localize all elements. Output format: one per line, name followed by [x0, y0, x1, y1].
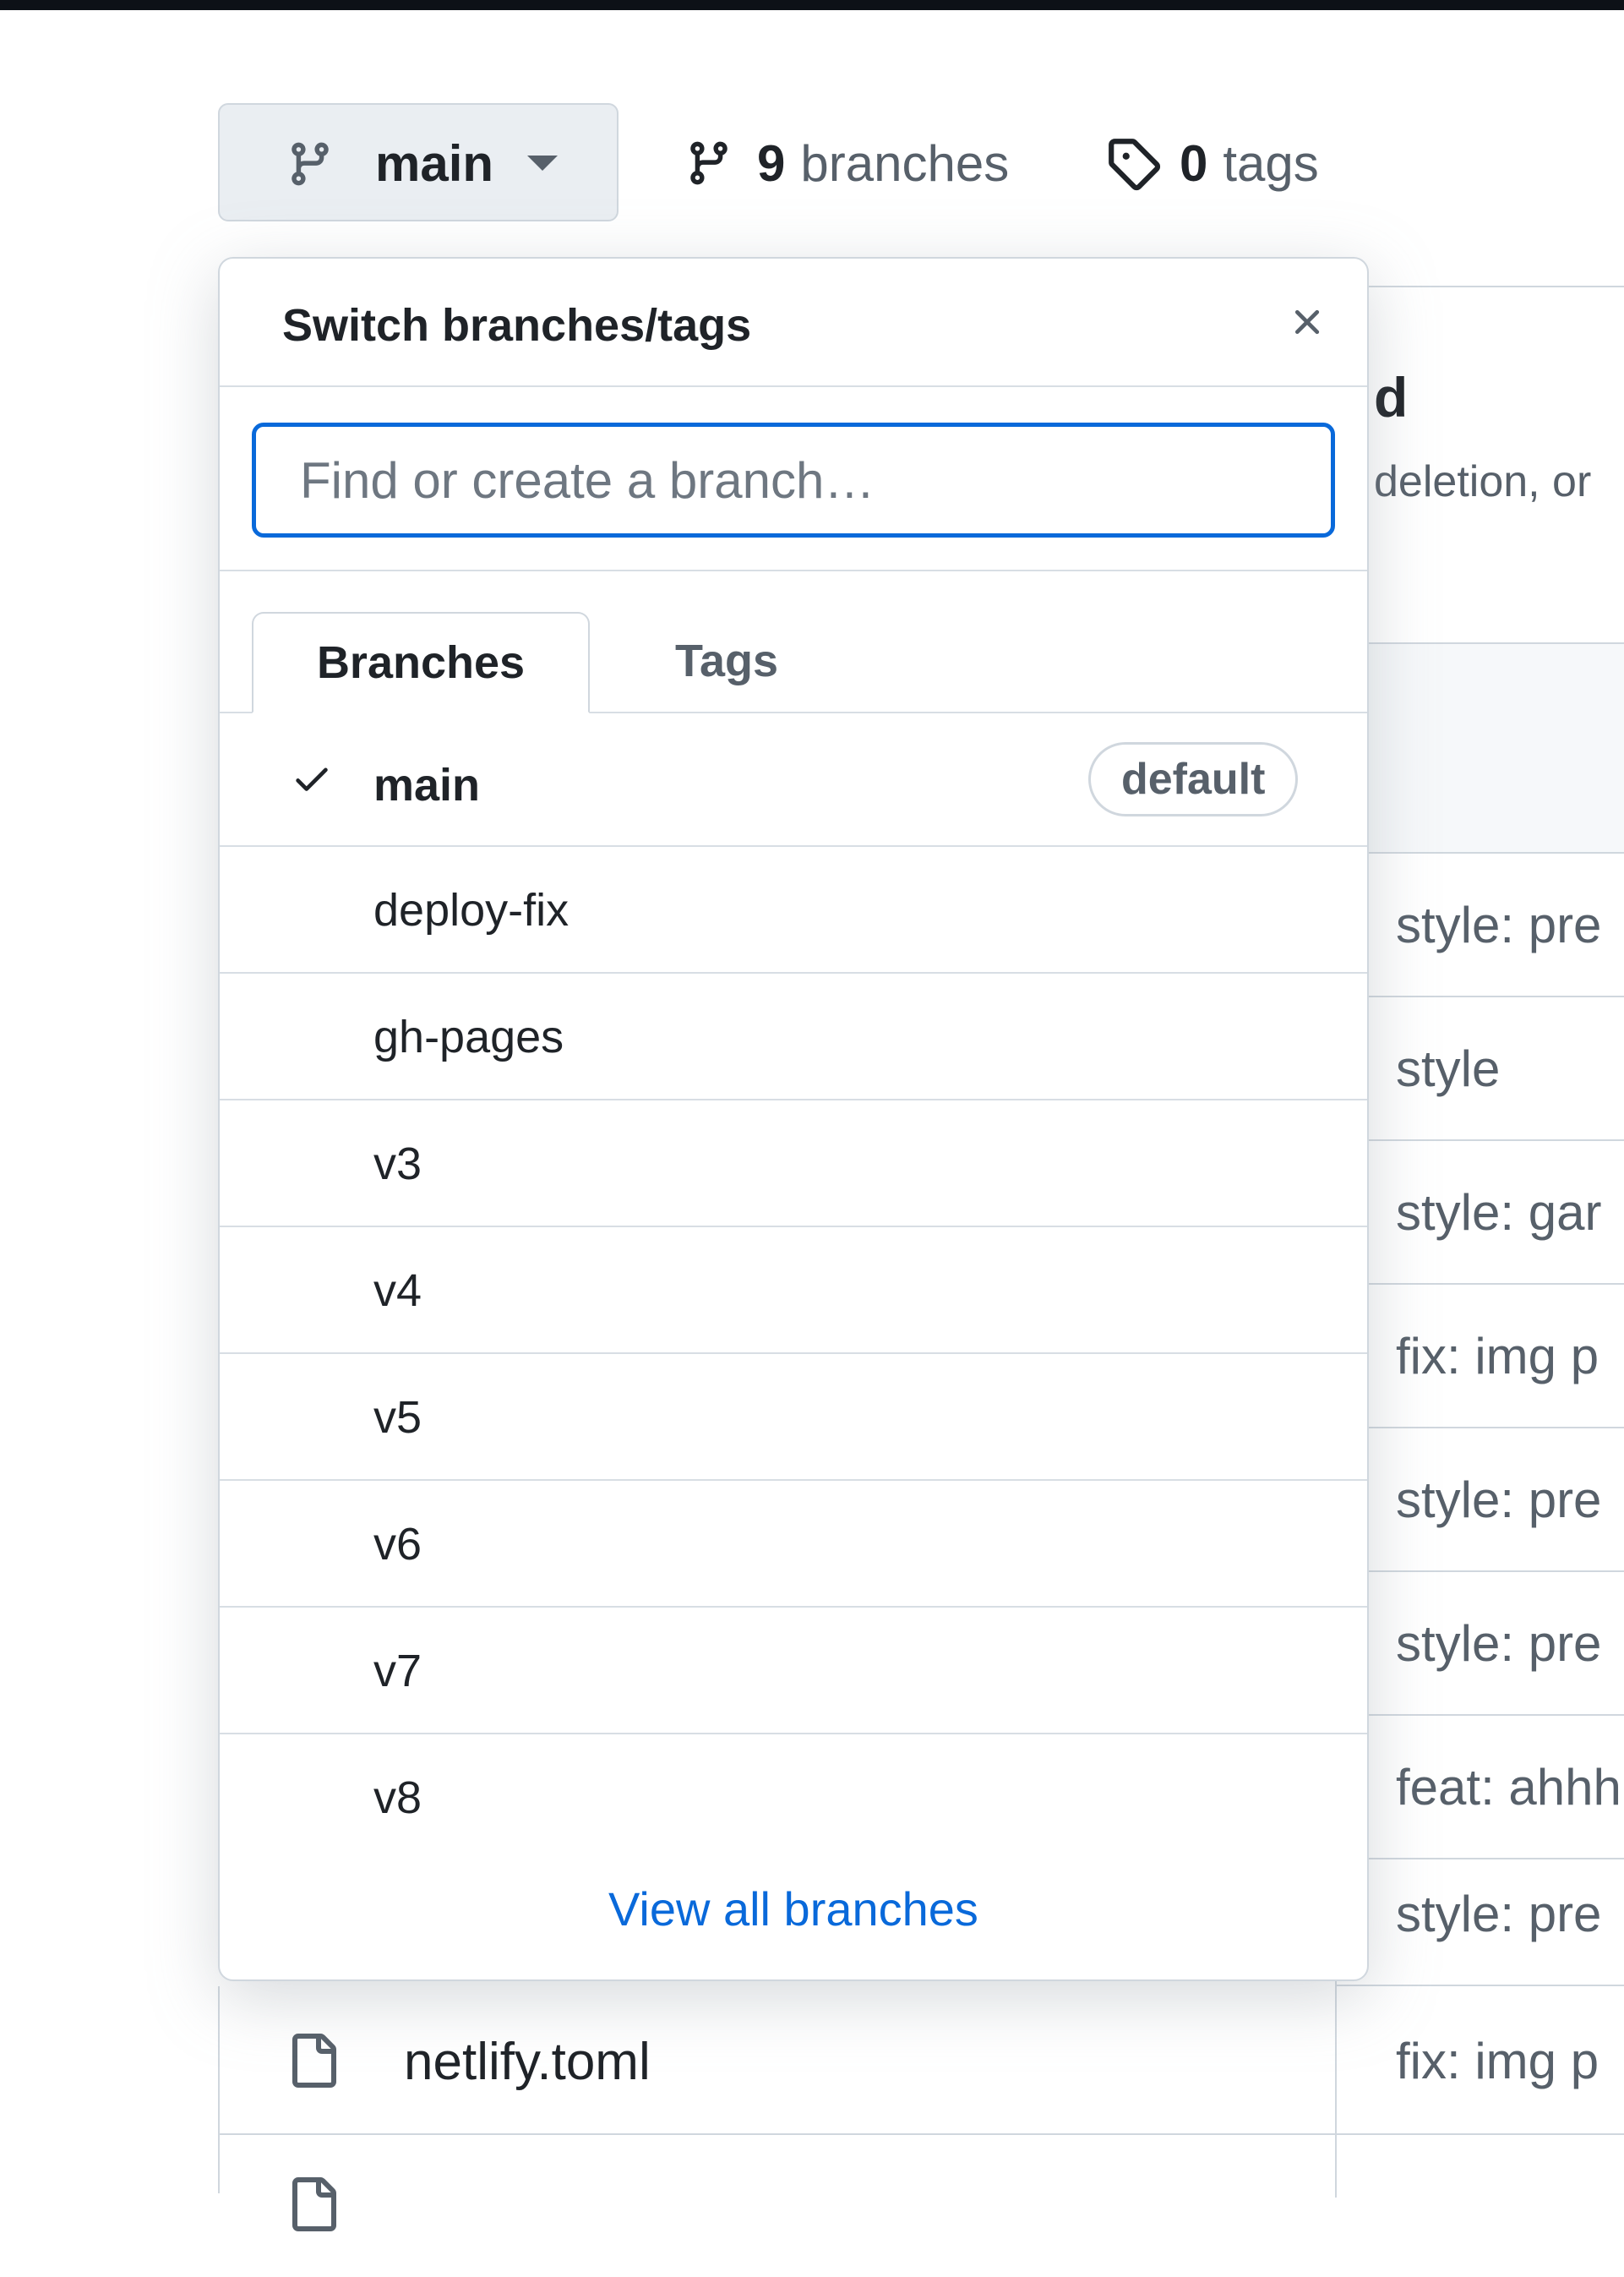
file-table-row[interactable]: feat: ahhh: [1337, 1716, 1624, 1859]
commit-message[interactable]: style: pre: [1396, 1471, 1601, 1529]
chevron-down-icon: [527, 156, 558, 171]
file-icon: [292, 2177, 336, 2231]
commit-message[interactable]: fix: img p: [1396, 2032, 1599, 2090]
branch-selector-button[interactable]: main: [218, 103, 619, 221]
branch-item-v3[interactable]: v3: [220, 1100, 1367, 1227]
branch-list: main default deploy-fix gh-pages v3 v4 v…: [220, 713, 1367, 1861]
branch-item-gh-pages[interactable]: gh-pages: [220, 974, 1367, 1100]
branch-name: v6: [373, 1519, 422, 1570]
branch-item-main[interactable]: main default: [220, 713, 1367, 847]
commit-message[interactable]: feat: ahhh: [1396, 1758, 1621, 1816]
file-table-row[interactable]: style: pre: [1337, 854, 1624, 997]
background-subtext-fragment: deletion, or: [1374, 457, 1592, 506]
commit-message[interactable]: style: pre: [1396, 1885, 1601, 1943]
branches-text: branches: [800, 134, 1010, 192]
git-branch-icon: [292, 142, 329, 186]
check-icon: [296, 767, 328, 791]
branch-switch-popover: Switch branches/tags Branches Tags main …: [218, 257, 1369, 1981]
branch-item-v7[interactable]: v7: [220, 1608, 1367, 1734]
close-icon[interactable]: [1286, 301, 1328, 343]
file-table-row[interactable]: style: [1337, 997, 1624, 1141]
file-table-row[interactable]: style: pre: [1337, 1843, 1624, 1986]
branch-item-v8[interactable]: v8: [220, 1734, 1367, 1861]
branch-name: main: [373, 760, 481, 811]
file-table-row[interactable]: style: gar: [1337, 1141, 1624, 1285]
file-table-row[interactable]: fix: img p: [1337, 1285, 1624, 1428]
branches-link[interactable]: 9 branches: [684, 134, 1009, 193]
tags-text: tags: [1223, 134, 1319, 192]
commit-message[interactable]: fix: img p: [1396, 1327, 1599, 1385]
tags-link[interactable]: 0 tags: [1105, 134, 1319, 193]
tag-icon: [1109, 139, 1161, 191]
branch-name: gh-pages: [373, 1012, 564, 1062]
commit-message[interactable]: style: gar: [1396, 1183, 1601, 1242]
git-branch-icon: [690, 141, 728, 185]
branch-name: v5: [373, 1392, 422, 1443]
tab-branches[interactable]: Branches: [252, 612, 590, 713]
file-table-border: [218, 1986, 220, 2193]
popover-header: Switch branches/tags: [220, 259, 1367, 387]
branch-name: v4: [373, 1265, 422, 1316]
view-all-branches-link[interactable]: View all branches: [220, 1881, 1367, 1936]
file-name[interactable]: netlify.toml: [404, 2032, 651, 2092]
branch-item-v6[interactable]: v6: [220, 1481, 1367, 1608]
file-icon: [292, 2034, 336, 2088]
background-header-fragment: d: [1374, 366, 1409, 429]
file-table-row[interactable]: netlify.toml fix: img p: [218, 1991, 1624, 2135]
branch-name: v3: [373, 1138, 422, 1189]
branches-count: 9: [757, 134, 786, 192]
branch-search-input[interactable]: [252, 423, 1335, 538]
branch-item-v4[interactable]: v4: [220, 1227, 1367, 1354]
branch-item-deploy-fix[interactable]: deploy-fix: [220, 847, 1367, 974]
tab-tags[interactable]: Tags: [625, 610, 828, 712]
tags-count: 0: [1180, 134, 1208, 192]
popover-title: Switch branches/tags: [282, 300, 752, 351]
branch-selector-label: main: [375, 135, 494, 192]
file-table-row[interactable]: style: pre: [1337, 1428, 1624, 1572]
branch-tag-tabs: Branches Tags: [220, 571, 1367, 713]
branch-filter-container: [220, 387, 1367, 571]
commit-message[interactable]: style: [1396, 1040, 1500, 1098]
branch-item-v5[interactable]: v5: [220, 1354, 1367, 1481]
branch-name: v7: [373, 1646, 422, 1696]
top-dark-bar: [0, 0, 1624, 10]
branch-name: deploy-fix: [373, 885, 569, 936]
commit-header-bar: [1337, 642, 1624, 854]
file-table-row[interactable]: style: pre: [1337, 1572, 1624, 1716]
commit-message[interactable]: style: pre: [1396, 896, 1601, 954]
commit-message[interactable]: style: pre: [1396, 1614, 1601, 1673]
branch-name: v8: [373, 1772, 422, 1823]
file-table-row[interactable]: [218, 2135, 1624, 2277]
default-badge: default: [1088, 742, 1299, 816]
